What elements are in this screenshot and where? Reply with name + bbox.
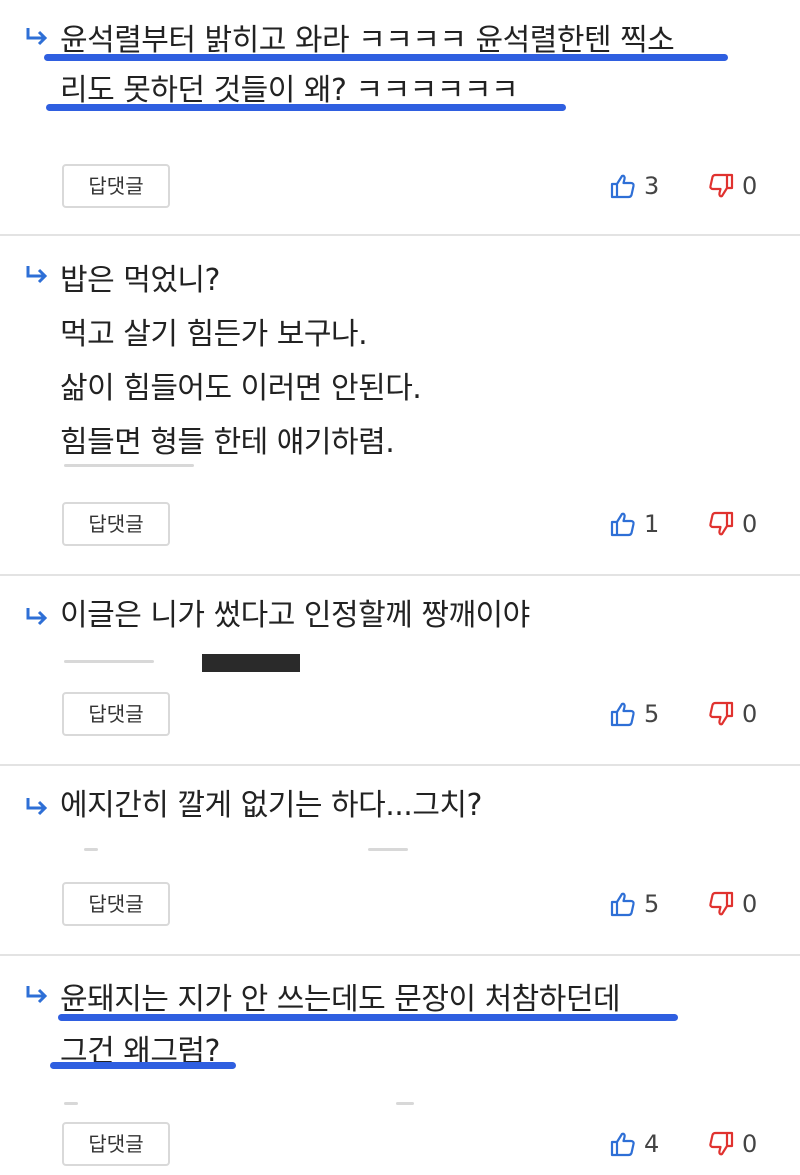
thumbs-down-icon: [709, 511, 734, 536]
highlight-underline: [58, 1014, 678, 1021]
faint-text-fragment: [64, 660, 154, 663]
thumbs-down-icon: [709, 1131, 734, 1156]
thumbs-down-icon: [709, 173, 734, 198]
comment-line: 그건 왜그럼?: [60, 1034, 220, 1069]
reply-arrow-icon: [26, 986, 48, 1004]
comment-text: 이글은 니가 썼다고 인정할께 짱깨이야: [60, 596, 780, 636]
dislike-count: 0: [742, 172, 758, 200]
dislike-count: 0: [742, 1130, 758, 1158]
reply-button[interactable]: 답댓글: [62, 692, 170, 736]
comment-item: 에지간히 깔게 없기는 하다...그치? 답댓글 5 0: [0, 766, 800, 956]
highlight-underline: [44, 54, 728, 61]
like-count: 1: [644, 510, 660, 538]
reply-arrow-icon: [26, 798, 48, 816]
reply-arrow-icon: [26, 266, 48, 284]
dislike-count: 0: [742, 700, 758, 728]
thumbs-down-icon: [709, 701, 734, 726]
like-button[interactable]: 5: [610, 886, 659, 922]
faint-text-fragment: [64, 464, 194, 467]
like-count: 4: [644, 1130, 660, 1158]
like-count: 5: [644, 700, 660, 728]
thumbs-up-icon: [610, 1132, 635, 1157]
reply-arrow-icon: [26, 608, 48, 626]
dislike-button[interactable]: 0: [708, 696, 757, 732]
comment-line: 밥은 먹었니?: [60, 263, 220, 298]
comment-line: 힘들면 형들 한테 얘기하렴.: [60, 425, 395, 460]
dislike-button[interactable]: 0: [708, 506, 757, 542]
like-button[interactable]: 3: [610, 168, 659, 204]
thumbs-down-icon: [709, 891, 734, 916]
comment-item: 밥은 먹었니? 먹고 살기 힘든가 보구나. 삶이 힘들어도 이러면 안된다. …: [0, 236, 800, 576]
reply-button[interactable]: 답댓글: [62, 882, 170, 926]
comment-item: 이글은 니가 썼다고 인정할께 짱깨이야 답댓글 5 0: [0, 576, 800, 766]
like-button[interactable]: 1: [610, 506, 659, 542]
comment-text: 윤석렬부터 밝히고 와라 ㅋㅋㅋㅋ 윤석렬한텐 찍소 리도 못하던 것들이 왜?…: [60, 16, 780, 116]
thumbs-up-icon: [610, 892, 635, 917]
dislike-button[interactable]: 0: [708, 886, 757, 922]
comment-line: 이글은 니가 썼다고 인정할께 짱깨이야: [60, 598, 530, 633]
comment-item: 윤석렬부터 밝히고 와라 ㅋㅋㅋㅋ 윤석렬한텐 찍소 리도 못하던 것들이 왜?…: [0, 0, 800, 236]
highlight-underline: [50, 1062, 236, 1069]
comment-line: 삶이 힘들어도 이러면 안된다.: [60, 371, 422, 406]
comment-text: 밥은 먹었니? 먹고 살기 힘든가 보구나. 삶이 힘들어도 이러면 안된다. …: [60, 254, 780, 470]
dislike-count: 0: [742, 890, 758, 918]
faint-text-fragment: [64, 1102, 78, 1105]
like-button[interactable]: 5: [610, 696, 659, 732]
comment-text: 에지간히 깔게 없기는 하다...그치?: [60, 786, 780, 826]
reply-button[interactable]: 답댓글: [62, 164, 170, 208]
comment-line: 먹고 살기 힘든가 보구나.: [60, 317, 368, 352]
faint-text-fragment: [396, 1102, 414, 1105]
comment-line: 에지간히 깔게 없기는 하다...그치?: [60, 788, 482, 823]
like-count: 5: [644, 890, 660, 918]
faint-text-fragment: [368, 848, 408, 851]
dislike-button[interactable]: 0: [708, 168, 757, 204]
comment-item: 윤돼지는 지가 안 쓰는데도 문장이 처참하던데 그건 왜그럼? 답댓글 4 0: [0, 956, 800, 1175]
dislike-count: 0: [742, 510, 758, 538]
highlight-underline: [46, 104, 566, 111]
like-button[interactable]: 4: [610, 1126, 659, 1162]
dislike-button[interactable]: 0: [708, 1126, 757, 1162]
thumbs-up-icon: [610, 512, 635, 537]
thumbs-up-icon: [610, 174, 635, 199]
redaction-bar: [202, 654, 300, 672]
thumbs-up-icon: [610, 702, 635, 727]
reply-button[interactable]: 답댓글: [62, 502, 170, 546]
reply-arrow-icon: [26, 28, 48, 46]
like-count: 3: [644, 172, 660, 200]
faint-text-fragment: [84, 848, 98, 851]
reply-button[interactable]: 답댓글: [62, 1122, 170, 1166]
